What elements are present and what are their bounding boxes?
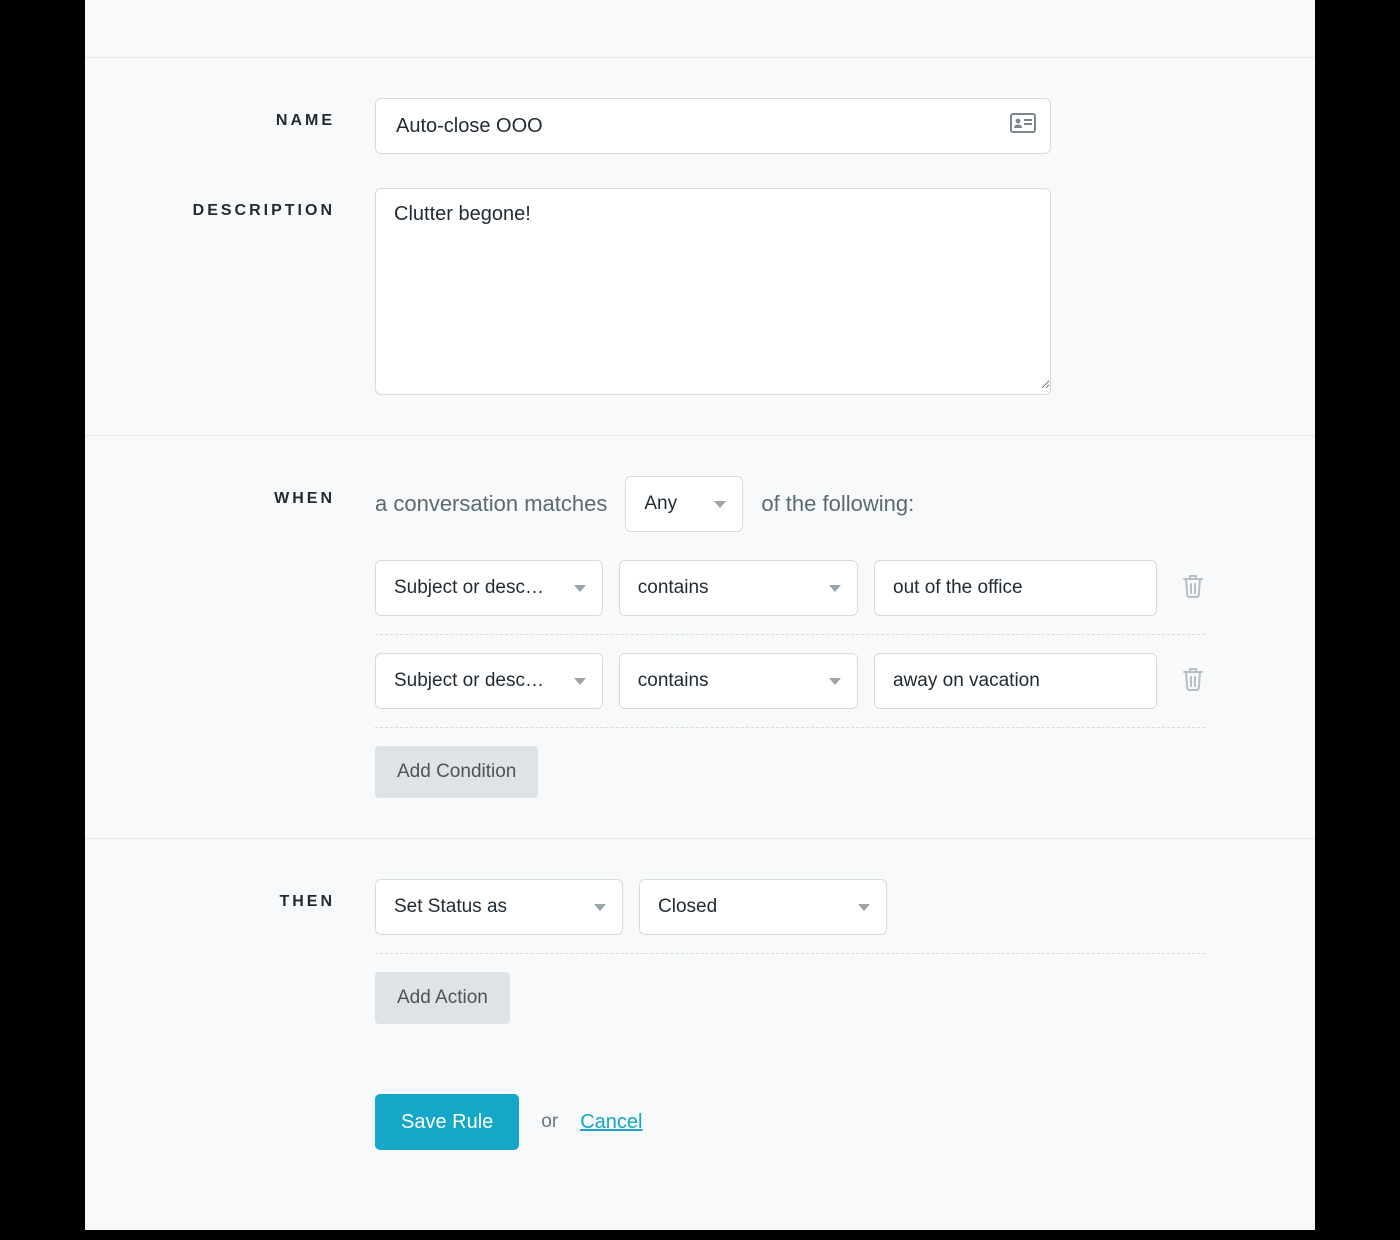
- cancel-link[interactable]: Cancel: [580, 1111, 642, 1134]
- description-wrapper: [375, 188, 1051, 395]
- when-intro-suffix: of the following:: [761, 491, 914, 517]
- condition-field-select[interactable]: Subject or desc…: [375, 653, 603, 709]
- then-label: THEN: [125, 879, 375, 911]
- action-value-value: Closed: [658, 896, 717, 918]
- add-action-button[interactable]: Add Action: [375, 972, 510, 1024]
- chevron-down-icon: [829, 678, 841, 685]
- condition-value-input[interactable]: [874, 560, 1157, 616]
- contact-card-icon[interactable]: [1010, 113, 1036, 139]
- chevron-down-icon: [574, 585, 586, 592]
- add-condition-button[interactable]: Add Condition: [375, 746, 538, 798]
- save-rule-button[interactable]: Save Rule: [375, 1094, 519, 1150]
- action-row: Set Status as Closed: [375, 879, 1205, 954]
- name-label: NAME: [125, 98, 375, 130]
- condition-operator-value: contains: [638, 670, 709, 692]
- action-type-select[interactable]: Set Status as: [375, 879, 623, 935]
- when-intro: a conversation matches Any of the follow…: [375, 476, 1205, 532]
- description-input[interactable]: [376, 189, 1050, 389]
- chevron-down-icon: [829, 585, 841, 592]
- action-type-value: Set Status as: [394, 896, 507, 918]
- top-divider: [85, 0, 1315, 58]
- or-text: or: [541, 1111, 558, 1133]
- footer-actions: Save Rule or Cancel: [375, 1094, 1205, 1150]
- name-input-wrapper: [375, 98, 1051, 154]
- section-then: THEN Set Status as Closed Add Action Sav…: [85, 839, 1315, 1190]
- match-mode-value: Any: [644, 493, 677, 515]
- chevron-down-icon: [574, 678, 586, 685]
- name-input[interactable]: [394, 114, 998, 139]
- condition-value-input[interactable]: [874, 653, 1157, 709]
- condition-operator-select[interactable]: contains: [619, 653, 858, 709]
- trash-icon[interactable]: [1181, 666, 1205, 697]
- condition-operator-select[interactable]: contains: [619, 560, 858, 616]
- rule-editor-panel: NAME DESCRIPTION: [85, 0, 1315, 1230]
- chevron-down-icon: [714, 501, 726, 508]
- chevron-down-icon: [858, 904, 870, 911]
- condition-row: Subject or desc… contains: [375, 653, 1205, 728]
- description-label: DESCRIPTION: [125, 188, 375, 220]
- trash-icon[interactable]: [1181, 573, 1205, 604]
- section-basics: NAME DESCRIPTION: [85, 58, 1315, 436]
- action-value-select[interactable]: Closed: [639, 879, 887, 935]
- when-label: WHEN: [125, 476, 375, 508]
- condition-field-select[interactable]: Subject or desc…: [375, 560, 603, 616]
- condition-operator-value: contains: [638, 577, 709, 599]
- chevron-down-icon: [594, 904, 606, 911]
- section-when: WHEN a conversation matches Any of the f…: [85, 436, 1315, 839]
- condition-field-value: Subject or desc…: [394, 577, 544, 599]
- match-mode-select[interactable]: Any: [625, 476, 743, 532]
- condition-field-value: Subject or desc…: [394, 670, 544, 692]
- condition-row: Subject or desc… contains: [375, 560, 1205, 635]
- when-intro-prefix: a conversation matches: [375, 491, 607, 517]
